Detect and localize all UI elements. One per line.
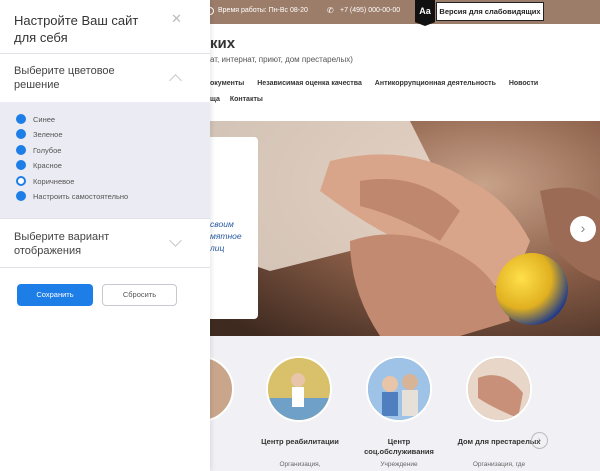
color-option-label: Голубое (33, 146, 62, 155)
nav-item-contacts[interactable]: Контакты (230, 96, 263, 103)
hero-image (210, 121, 600, 336)
service-title-social[interactable]: Центр соц.обслуживания (354, 437, 444, 457)
phone-icon: ✆ (327, 6, 334, 15)
visually-impaired-button[interactable]: Версия для слабовидящих (436, 2, 544, 21)
save-button[interactable]: Сохранить (17, 284, 93, 306)
radio-icon[interactable] (16, 129, 26, 139)
chevron-up-icon[interactable] (169, 74, 182, 87)
color-option-label: Зеленое (33, 130, 63, 139)
color-option-label: Настроить самостоятельно (33, 192, 129, 201)
settings-panel: Настройте Ваш сайт для себя ✕ Выберите ц… (0, 0, 210, 471)
service-title-rehab[interactable]: Центр реабилитации (255, 437, 345, 447)
hero-card-line-2: мятное (210, 231, 242, 241)
divider (0, 267, 210, 268)
hero-photo-hands (210, 121, 600, 336)
nav-item-partial[interactable]: ща (210, 96, 220, 103)
service-image-rehab[interactable] (266, 356, 332, 422)
color-section-label: Выберите цветовое решение (14, 65, 115, 91)
nav-item-quality[interactable]: Независимая оценка качества (257, 80, 362, 87)
services-next-arrow-icon[interactable]: › (531, 432, 548, 449)
color-option-label: Красное (33, 161, 62, 170)
service-desc-social: Учреждение (380, 461, 418, 468)
service-desc-elderly: Организация, где (472, 461, 526, 468)
service-image-elderly[interactable] (466, 356, 532, 422)
radio-icon[interactable] (16, 114, 26, 124)
nav-item-news[interactable]: Новости (509, 80, 538, 87)
nav-item-anticorruption[interactable]: Антикоррупционная деятельность (375, 80, 496, 87)
site-title: ких (210, 35, 236, 52)
service-image-social[interactable] (366, 356, 432, 422)
close-icon[interactable]: ✕ (171, 11, 182, 27)
hero-card-line-1: своим (210, 219, 234, 229)
radio-selected-icon[interactable] (16, 176, 26, 186)
color-option-label: Коричневое (33, 177, 75, 186)
phone-link[interactable]: +7 (495) 000-00-00 (340, 7, 400, 14)
site-subtitle: ат, интернат, приют, дом престарелых) (210, 55, 353, 64)
chevron-down-icon[interactable] (169, 234, 182, 247)
nav-item-documents[interactable]: окументы (210, 80, 244, 87)
display-section-label: Выберите вариант отображения (14, 231, 110, 257)
hero-card-line-3: лиц (210, 243, 225, 253)
color-options: Синее Зеленое Голубое Красное Коричневое… (0, 102, 210, 218)
working-hours: Время работы: Пн-Вс 08-20 (218, 7, 308, 14)
hero-card-text: своим мятное лиц (210, 218, 242, 254)
slider-next-arrow-icon[interactable]: › (570, 216, 596, 242)
main-nav-row2: ща Контакты (210, 96, 271, 103)
panel-title: Настройте Ваш сайт для себя (14, 13, 139, 45)
font-size-badge[interactable]: Aa (415, 0, 435, 26)
reset-button[interactable]: Сбросить (102, 284, 177, 306)
display-section-header[interactable]: Выберите вариант отображения (0, 219, 210, 267)
radio-icon[interactable] (16, 145, 26, 155)
color-option-label: Синее (33, 115, 56, 124)
service-desc-rehab: Организация, (279, 461, 321, 468)
main-nav: окументы Независимая оценка качества Ант… (210, 80, 549, 87)
radio-icon[interactable] (16, 191, 26, 201)
radio-icon[interactable] (16, 160, 26, 170)
color-section-header[interactable]: Выберите цветовое решение (0, 54, 210, 102)
